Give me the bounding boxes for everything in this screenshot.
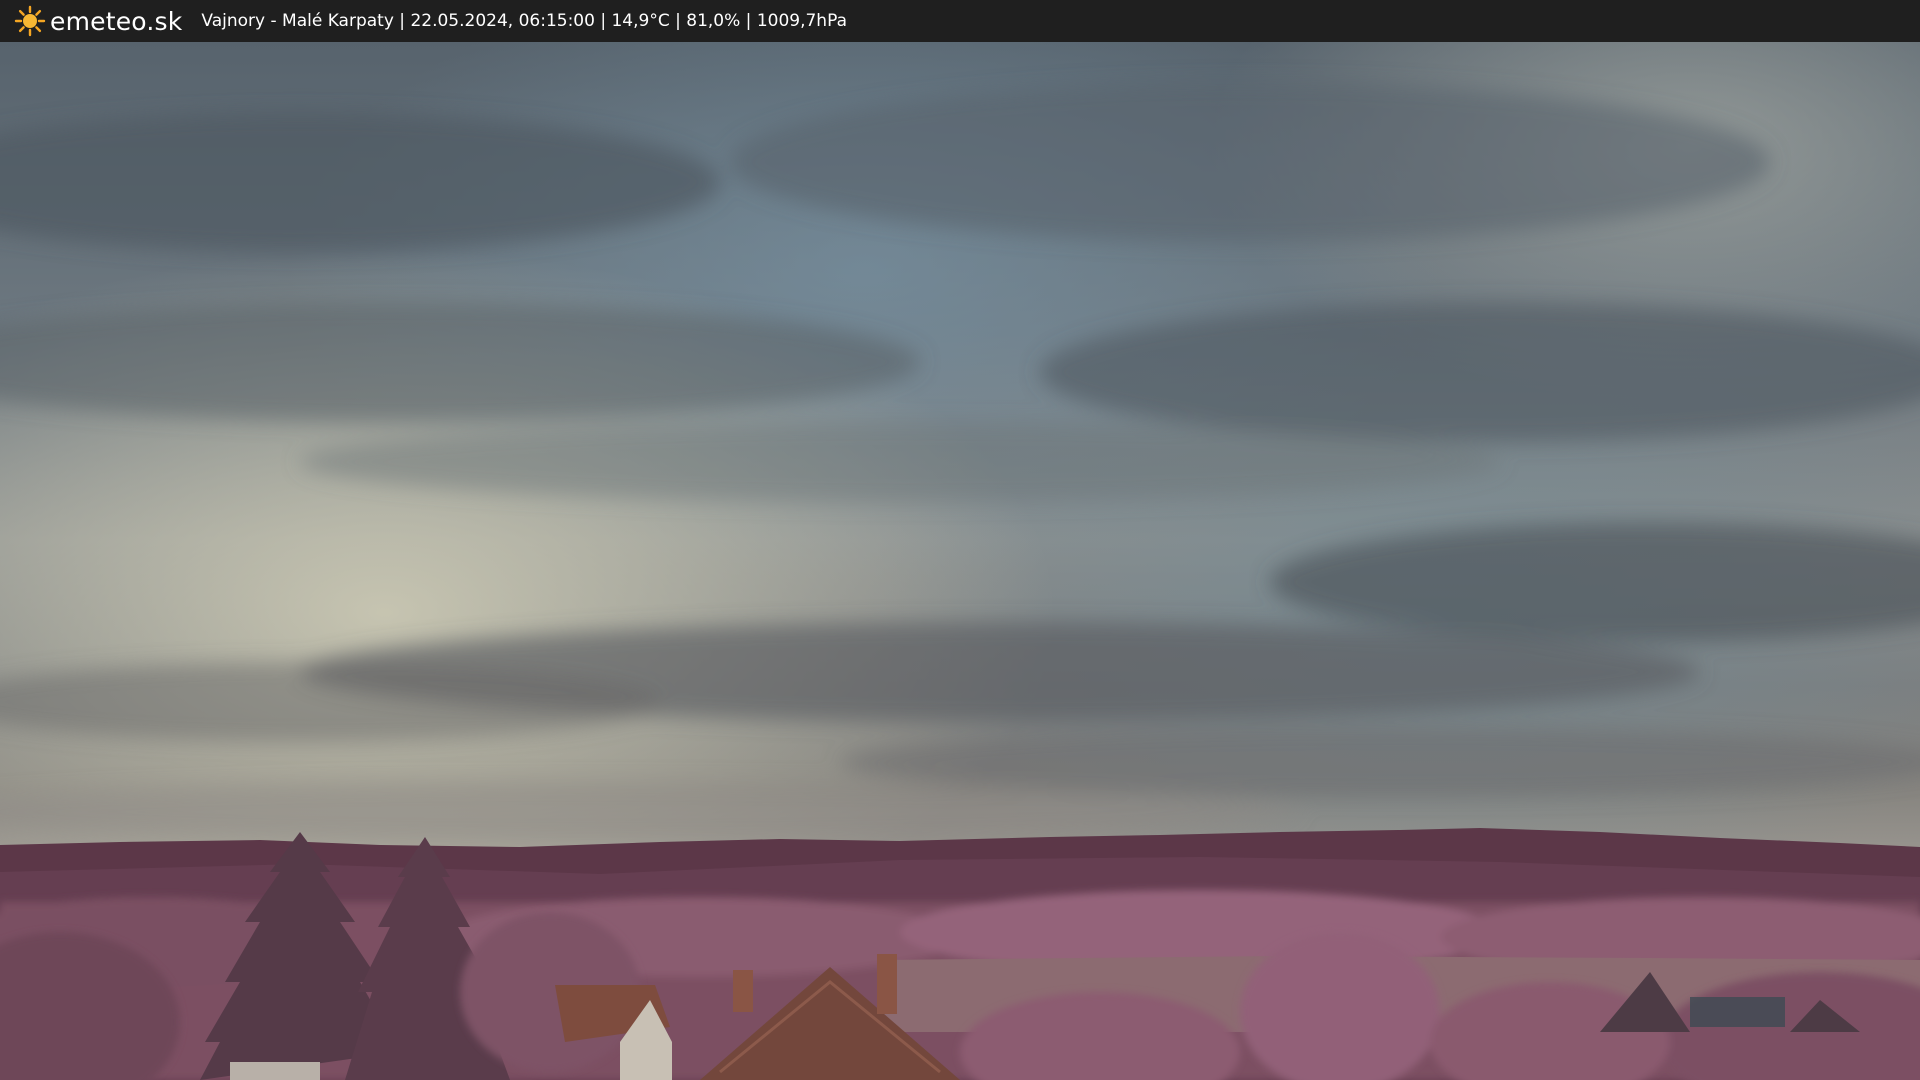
sun-icon — [14, 5, 46, 37]
location-label: Vajnory - Malé Karpaty — [201, 11, 394, 31]
separator: | — [594, 11, 612, 31]
separator: | — [740, 11, 757, 31]
emeteo-logo[interactable]: emeteo.sk — [14, 0, 182, 42]
top-bar: emeteo.sk Vajnory - Malé Karpaty | 22.05… — [0, 0, 1920, 42]
separator: | — [393, 11, 411, 31]
humidity-value: 81,0% — [686, 11, 741, 31]
temperature-value: 14,9°C — [611, 11, 670, 31]
separator: | — [669, 11, 687, 31]
pressure-value: 1009,7hPa — [756, 11, 847, 31]
webcam-caption: Vajnory - Malé Karpaty | 22.05.2024, 06:… — [201, 11, 847, 31]
datetime-value: 22.05.2024, 06:15:00 — [410, 11, 595, 31]
webcam-image — [0, 42, 1920, 1080]
brand-name: emeteo.sk — [50, 6, 183, 36]
